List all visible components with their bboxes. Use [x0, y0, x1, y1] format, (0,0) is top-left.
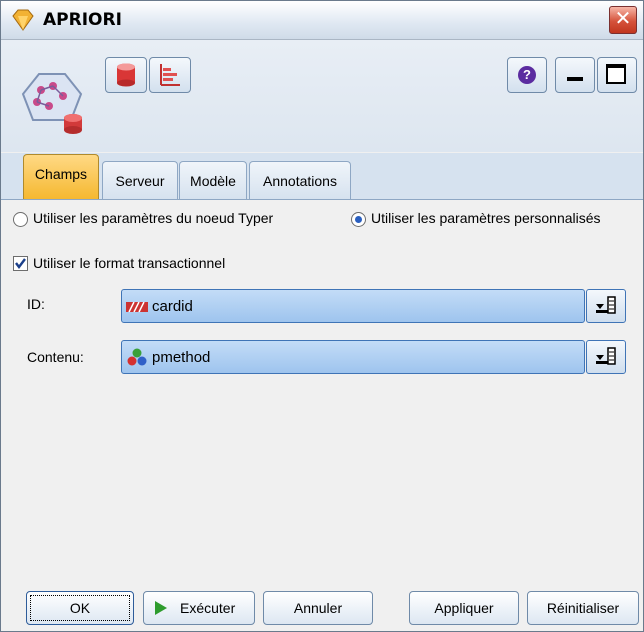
window-title: APRIORI: [43, 10, 122, 30]
id-field-picker-button[interactable]: [586, 289, 626, 323]
execute-button[interactable]: Exécuter: [143, 591, 255, 625]
field-picker-icon: [596, 347, 616, 365]
fields-panel: Utiliser les paramètres du noeud Typer U…: [1, 200, 643, 580]
title-bar[interactable]: APRIORI ✕: [1, 1, 643, 40]
radio-type-node-label: Utiliser les paramètres du noeud Typer: [33, 210, 274, 226]
diamond-node-icon: [12, 9, 34, 31]
id-value: cardid: [152, 298, 193, 315]
tab-label: Champs: [34, 166, 88, 182]
cancel-label: Annuler: [293, 600, 343, 616]
apply-button[interactable]: Appliquer: [409, 591, 519, 625]
ok-label: OK: [69, 600, 91, 616]
close-button[interactable]: ✕: [609, 6, 637, 34]
radio-custom-label: Utiliser les paramètres personnalisés: [371, 210, 601, 226]
set-field-icon: [127, 348, 147, 366]
radio-custom[interactable]: [351, 212, 366, 227]
reset-button[interactable]: Réinitialiser: [527, 591, 639, 625]
help-glyph: ?: [523, 67, 531, 82]
apply-label: Appliquer: [434, 600, 494, 616]
apriori-dialog: APRIORI ✕ ? Champs Serveur Modèle Annota…: [0, 0, 644, 632]
help-icon: ?: [518, 66, 536, 84]
apriori-node-icon: [21, 73, 83, 134]
chart-button[interactable]: [149, 57, 191, 93]
maximize-icon: [606, 64, 626, 84]
tab-champs[interactable]: Champs: [23, 154, 99, 199]
id-field[interactable]: cardid: [121, 289, 585, 323]
radio-type-node[interactable]: [13, 212, 28, 227]
cancel-button[interactable]: Annuler: [263, 591, 373, 625]
content-field[interactable]: pmethod: [121, 340, 585, 374]
id-label: ID:: [27, 296, 45, 312]
minimize-icon: [567, 77, 583, 81]
tab-label: Modèle: [190, 173, 236, 189]
help-button[interactable]: ?: [507, 57, 547, 93]
tab-strip: Champs Serveur Modèle Annotations: [1, 153, 643, 200]
transactional-label: Utiliser le format transactionnel: [33, 255, 226, 271]
ok-button[interactable]: OK: [26, 591, 134, 625]
minimize-button[interactable]: [555, 57, 595, 93]
close-icon: ✕: [614, 8, 632, 30]
field-picker-icon: [596, 296, 616, 314]
dialog-buttons: OK Exécuter Annuler Appliquer Réinitiali…: [1, 581, 643, 631]
maximize-button[interactable]: [597, 57, 637, 93]
content-label: Contenu:: [27, 349, 84, 365]
tab-modele[interactable]: Modèle: [179, 161, 247, 199]
node-header: ?: [1, 40, 643, 152]
tab-label: Annotations: [263, 173, 337, 189]
database-icon: [117, 63, 135, 87]
tab-annotations[interactable]: Annotations: [249, 161, 351, 199]
play-icon: [155, 601, 167, 615]
checkmark-icon: [15, 258, 26, 269]
execute-label: Exécuter: [180, 600, 236, 616]
content-field-picker-button[interactable]: [586, 340, 626, 374]
transactional-checkbox[interactable]: [13, 256, 28, 271]
reset-label: Réinitialiser: [546, 600, 620, 616]
content-value: pmethod: [152, 349, 211, 366]
typeless-field-icon: [126, 302, 148, 312]
database-button[interactable]: [105, 57, 147, 93]
tab-label: Serveur: [115, 173, 165, 189]
chart-icon: [160, 64, 180, 86]
tab-serveur[interactable]: Serveur: [102, 161, 178, 199]
